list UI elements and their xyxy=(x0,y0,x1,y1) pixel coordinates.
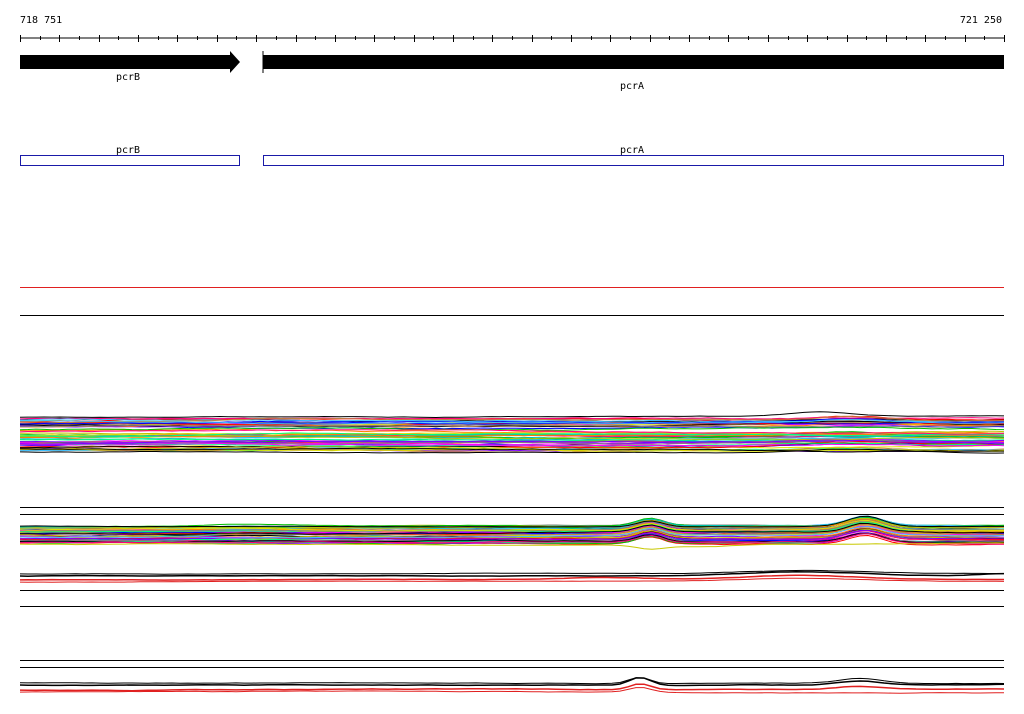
gene-arrow-pcrB[interactable] xyxy=(20,51,240,73)
gene-pcrA[interactable]: pcrA xyxy=(262,51,1004,92)
annotation-box-pcrA[interactable] xyxy=(263,155,1004,166)
ruler-end-label: 721 250 xyxy=(960,15,1002,26)
ruler-start-label: 718 751 xyxy=(20,15,62,26)
profile-line xyxy=(19,542,1005,550)
coordinate-ruler: 718 751 721 250 xyxy=(20,15,1005,42)
gene-pcrB[interactable]: pcrB xyxy=(20,51,240,83)
gene-track: pcrB pcrA xyxy=(20,51,1004,92)
expression-profile-track-2 xyxy=(19,515,1005,550)
genome-browser: 718 751 721 250 pcrB pcrA pcrB pcrA xyxy=(19,15,1005,694)
gene-arrow-pcrA[interactable] xyxy=(263,55,1004,69)
annotation-track: pcrB pcrA xyxy=(20,145,1004,166)
expression-profile-track-4 xyxy=(19,677,1005,694)
expression-profile-track-1 xyxy=(19,411,1005,454)
annotation-box-pcrB[interactable] xyxy=(20,155,240,166)
box-label-pcrA: pcrA xyxy=(620,145,644,156)
gene-label-pcrB: pcrB xyxy=(116,72,140,83)
profile-line xyxy=(19,677,1005,687)
gene-label-pcrA: pcrA xyxy=(620,81,644,92)
box-label-pcrB: pcrB xyxy=(116,145,140,156)
expression-profile-track-3 xyxy=(19,569,1005,583)
